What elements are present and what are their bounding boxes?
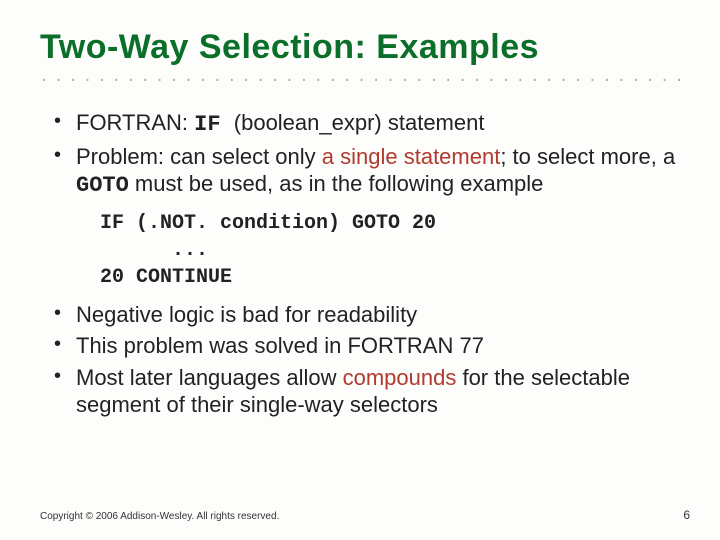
- bullet-item: This problem was solved in FORTRAN 77: [48, 332, 676, 360]
- page-number: 6: [683, 508, 690, 522]
- bullet-item: Most later languages allow compounds for…: [48, 364, 676, 419]
- slide-title: Two-Way Selection: Examples: [40, 28, 680, 67]
- code-line: ...: [100, 239, 208, 262]
- divider-dots: ........................................…: [40, 73, 680, 87]
- bullet-list: Negative logic is bad for readability Th…: [40, 301, 680, 419]
- bullet-item: Problem: can select only a single statem…: [48, 143, 676, 200]
- text: FORTRAN:: [76, 110, 194, 135]
- text: must be used, as in the following exampl…: [129, 171, 544, 196]
- copyright-footer: Copyright © 2006 Addison-Wesley. All rig…: [40, 511, 279, 522]
- code-line: IF (.NOT. condition) GOTO 20: [100, 212, 436, 235]
- text: (boolean_expr) statement: [234, 110, 485, 135]
- code-inline: GOTO: [76, 173, 129, 198]
- text: This problem was solved in FORTRAN 77: [76, 333, 484, 358]
- text: Most later languages allow: [76, 365, 343, 390]
- bullet-list: FORTRAN: IF (boolean_expr) statement Pro…: [40, 109, 680, 200]
- highlight-text: compounds: [343, 365, 457, 390]
- bullet-item: Negative logic is bad for readability: [48, 301, 676, 329]
- text: Negative logic is bad for readability: [76, 302, 417, 327]
- slide: Two-Way Selection: Examples ............…: [0, 0, 720, 540]
- highlight-text: a single statement: [322, 144, 501, 169]
- code-block: IF (.NOT. condition) GOTO 20 ... 20 CONT…: [100, 210, 680, 291]
- bullet-item: FORTRAN: IF (boolean_expr) statement: [48, 109, 676, 139]
- text: Problem: can select only: [76, 144, 322, 169]
- code-inline: IF: [194, 112, 234, 137]
- text: ; to select more, a: [500, 144, 675, 169]
- code-line: 20 CONTINUE: [100, 266, 232, 289]
